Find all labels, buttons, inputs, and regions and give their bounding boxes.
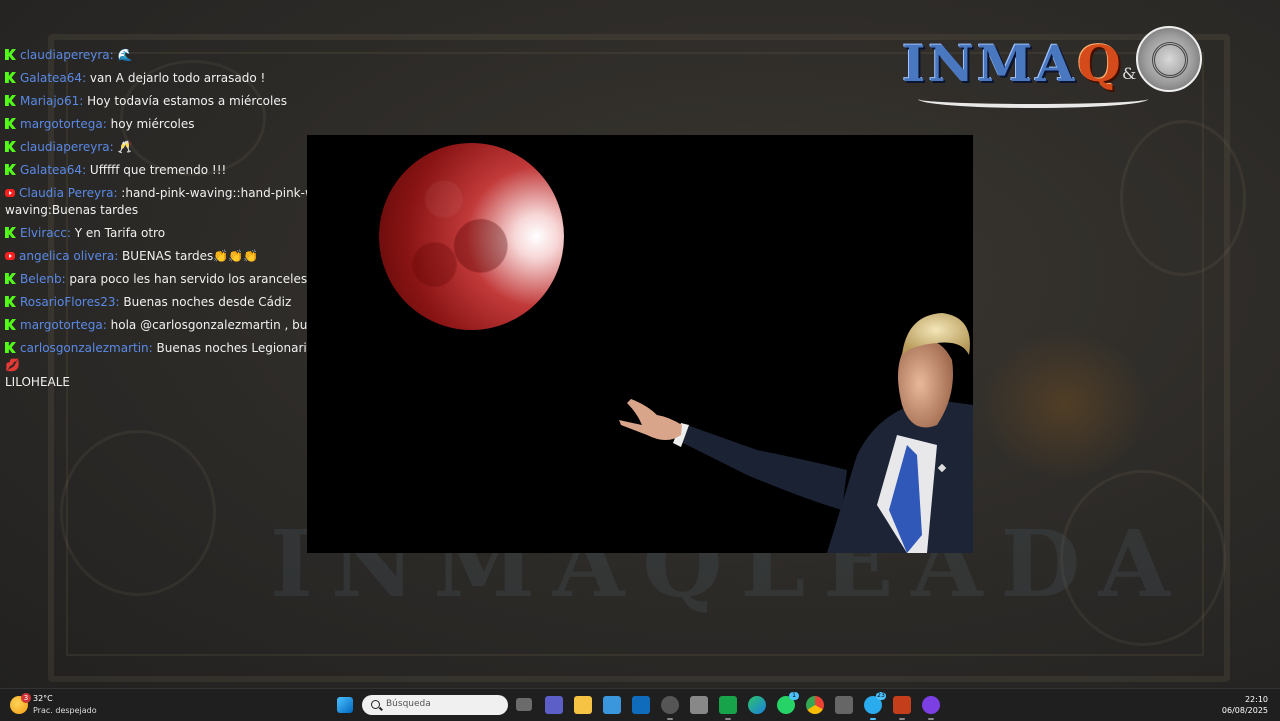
obs-notification-icon[interactable] — [661, 696, 679, 720]
logo-seal-icon — [1136, 26, 1202, 92]
app-icon[interactable] — [922, 696, 940, 720]
whatsapp-icon[interactable]: 1 — [777, 692, 799, 714]
system-clock[interactable]: 22:10 06/08/2025 — [1222, 694, 1268, 716]
file-explorer-icon[interactable] — [574, 696, 592, 714]
logo-swoosh — [918, 90, 1148, 108]
search-placeholder: Búsqueda — [386, 699, 431, 709]
kick-badge-icon — [5, 72, 16, 83]
chat-text: hoy miércoles — [110, 117, 195, 131]
kick-badge-icon — [5, 164, 16, 175]
chat-username: Claudia Pereyra — [19, 186, 114, 200]
teams-icon[interactable] — [545, 696, 563, 714]
channel-logo: INMAQ & — [900, 22, 1210, 110]
chat-text: Hoy todavía estamos a miércoles — [87, 94, 287, 108]
weather-notification-badge: 3 — [21, 693, 31, 703]
chat-username: carlosgonzalezmartin — [20, 341, 149, 355]
chat-username: Galatea64 — [20, 71, 83, 85]
powerpoint-icon[interactable] — [893, 696, 911, 720]
chat-username: Mariajo61 — [20, 94, 80, 108]
youtube-badge-icon — [5, 252, 15, 260]
chat-username: claudiapereyra — [20, 140, 110, 154]
scroll-ornament — [1120, 120, 1246, 276]
microsoft-store-icon[interactable] — [603, 696, 621, 714]
clock-time: 22:10 — [1244, 695, 1268, 704]
weather-temperature: 32°C — [33, 694, 53, 703]
search-box[interactable]: Búsqueda — [362, 695, 508, 715]
chat-emoji: 👏👏👏 — [213, 249, 259, 263]
chat-username: angelica olivera — [19, 249, 115, 263]
kick-badge-icon — [5, 95, 16, 106]
chat-text-continuation: LILOHEALE — [5, 375, 71, 389]
chat-text: Ufffff que tremendo !!! — [89, 163, 227, 177]
background-glow — [980, 330, 1150, 480]
kick-badge-icon — [5, 49, 16, 60]
kick-badge-icon — [5, 296, 16, 307]
chat-username: margotortega — [20, 117, 103, 131]
kick-badge-icon — [5, 342, 16, 353]
scroll-ornament — [60, 430, 216, 596]
pointing-man-image — [619, 313, 973, 553]
kick-badge-icon — [5, 319, 16, 330]
youtube-badge-icon — [5, 189, 15, 197]
chat-message: Mariajo61: Hoy todavía estamos a miércol… — [5, 93, 445, 110]
logo-text: INMAQ — [902, 34, 1124, 93]
telegram-icon[interactable]: 23 — [864, 692, 886, 720]
kick-badge-icon — [5, 227, 16, 238]
chat-username: Galatea64 — [20, 396, 82, 397]
chat-emoji: 🌊 — [117, 48, 133, 62]
clock-date: 06/08/2025 — [1221, 706, 1268, 715]
outlook-icon[interactable] — [632, 696, 650, 714]
chat-username: Elviracc — [20, 226, 67, 240]
kick-badge-icon — [5, 141, 16, 152]
chrome-icon[interactable] — [806, 696, 824, 714]
chat-username: Galatea64 — [20, 163, 83, 177]
windows-taskbar: 3 32°C Prac. despejado Búsqueda 1 23 22:… — [0, 688, 1280, 721]
edge-icon[interactable] — [748, 696, 766, 714]
camtasia-icon[interactable] — [719, 696, 737, 720]
chat-text: BUENAS tardes — [122, 249, 214, 263]
chat-username: claudiapereyra — [20, 48, 110, 62]
chat-username: RosarioFlores23 — [20, 295, 116, 309]
chat-emoji: 🥂 — [117, 140, 133, 154]
search-icon — [371, 700, 380, 709]
chat-text: van A dejarlo todo arrasado ! — [89, 71, 266, 85]
kick-badge-icon — [5, 118, 16, 129]
chat-text: para poco les han servido los aranceles.… — [69, 272, 323, 286]
chat-username: Belenb — [20, 272, 62, 286]
app-icon[interactable] — [690, 696, 708, 714]
featured-image — [307, 135, 973, 553]
logo-ampersand: & — [1122, 64, 1137, 83]
chat-message: claudiapereyra: 🌊 — [5, 47, 445, 64]
start-windows-icon[interactable] — [337, 697, 353, 713]
app-icon[interactable] — [835, 696, 853, 714]
chat-username: margotortega — [20, 318, 103, 332]
chat-text: Y en Tarifa otro — [74, 226, 166, 240]
kick-badge-icon — [5, 273, 16, 284]
chat-message: margotortega: hoy miércoles — [5, 116, 445, 133]
blood-moon-image — [379, 143, 564, 330]
chat-message: Galatea64: van A dejarlo todo arrasado ! — [5, 70, 445, 87]
weather-condition: Prac. despejado — [33, 706, 97, 715]
whatsapp-badge: 1 — [789, 692, 799, 700]
chat-text: Buenas noches desde Cádiz — [123, 295, 292, 309]
task-view-icon[interactable] — [516, 698, 532, 711]
telegram-badge: 23 — [876, 692, 886, 700]
